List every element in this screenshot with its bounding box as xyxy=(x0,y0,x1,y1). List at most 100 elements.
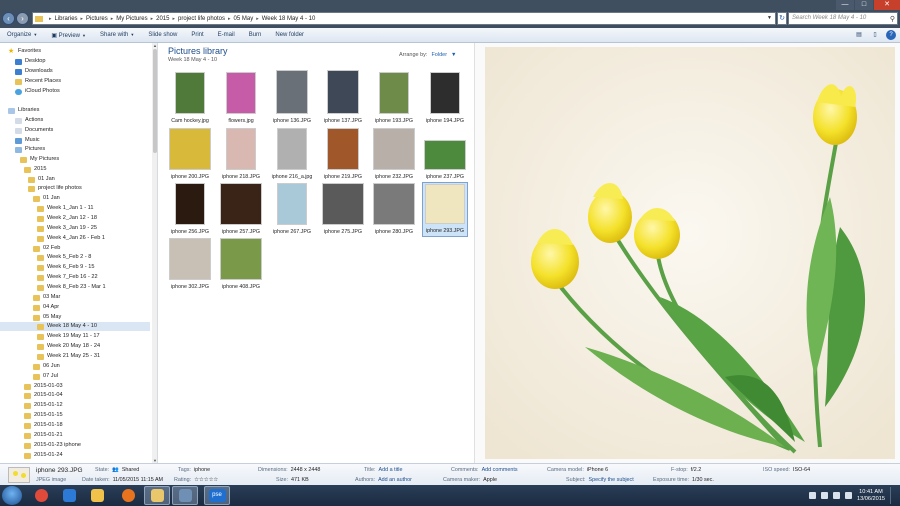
nav-2015-01-24[interactable]: 2015-01-24 xyxy=(24,451,63,460)
file-thumbnail[interactable]: iphone 216_a.jpg xyxy=(269,127,315,182)
clock[interactable]: 10:41 AM 13/06/2015 xyxy=(857,489,885,503)
slide-show-button[interactable]: Slide show xyxy=(141,32,184,38)
nav-downloads[interactable]: Downloads xyxy=(15,67,53,76)
scroll-up-icon[interactable]: ▲ xyxy=(152,43,157,48)
nav-desktop[interactable]: Desktop xyxy=(15,57,46,66)
taskbar-internet-explorer-button[interactable] xyxy=(56,486,82,505)
file-thumbnail[interactable]: iphone 256.JPG xyxy=(167,182,213,237)
nav-my-pictures[interactable]: My Pictures xyxy=(20,155,59,164)
file-thumbnail[interactable]: iphone 275.JPG xyxy=(320,182,366,237)
nav-07-jul[interactable]: 07 Jul xyxy=(33,372,58,381)
file-thumbnail[interactable]: iphone 193.JPG xyxy=(371,71,417,126)
tray-icon[interactable] xyxy=(809,492,816,499)
file-thumbnail[interactable]: iphone 219.JPG xyxy=(320,127,366,182)
details-camera-maker[interactable]: Camera maker: Apple xyxy=(443,477,497,483)
maximize-button[interactable]: □ xyxy=(855,0,873,10)
help-icon[interactable]: ? xyxy=(886,30,896,40)
breadcrumb-week-18[interactable]: Week 18 May 4 - 10 xyxy=(262,16,316,22)
file-thumbnail[interactable]: flowers.jpg xyxy=(218,71,264,126)
nav-week-3[interactable]: Week 3_Jan 19 - 25 xyxy=(37,224,97,233)
nav-week-21[interactable]: Week 21 May 25 - 31 xyxy=(37,352,100,361)
file-thumbnail[interactable]: iphone 302.JPG xyxy=(167,237,213,292)
file-thumbnail[interactable]: iphone 136.JPG xyxy=(269,70,315,126)
file-thumbnail[interactable]: iphone 280.JPG xyxy=(371,182,417,237)
nav-week-8[interactable]: Week 8_Feb 23 - Mar 1 xyxy=(37,283,106,292)
nav-week-6[interactable]: Week 6_Feb 9 - 15 xyxy=(37,263,94,272)
nav-actions[interactable]: Actions xyxy=(15,116,43,125)
file-thumbnail[interactable]: iphone 194.JPG xyxy=(422,71,468,126)
chevron-down-icon[interactable]: ▼ xyxy=(767,15,772,21)
new-folder-button[interactable]: New folder xyxy=(268,32,311,38)
details-authors[interactable]: Authors: Add an author xyxy=(355,477,412,483)
network-icon[interactable] xyxy=(833,492,840,499)
file-thumbnail[interactable]: Cam hockey.jpg xyxy=(167,71,213,126)
file-thumbnail[interactable]: iphone 257.JPG xyxy=(218,182,264,237)
details-tags[interactable]: Tags: iphone xyxy=(178,467,210,473)
file-thumbnail[interactable]: iphone 408.JPG xyxy=(218,237,264,292)
taskbar-file-explorer-button[interactable] xyxy=(144,486,170,505)
share-with-button[interactable]: Share with ▼ xyxy=(93,32,141,38)
view-options-icon[interactable]: ▤ xyxy=(854,30,864,40)
nav-2015-01-18[interactable]: 2015-01-18 xyxy=(24,421,63,430)
flag-icon[interactable] xyxy=(821,492,828,499)
nav-libraries[interactable]: Libraries xyxy=(8,106,39,115)
nav-04-apr[interactable]: 04 Apr xyxy=(33,303,59,312)
arrange-by-dropdown[interactable]: Folder xyxy=(431,52,447,58)
nav-week-2[interactable]: Week 2_Jan 12 - 18 xyxy=(37,214,97,223)
refresh-button[interactable]: ↻ xyxy=(777,12,787,25)
nav-recent-places[interactable]: Recent Places xyxy=(15,77,61,86)
nav-02-feb[interactable]: 02 Feb xyxy=(33,244,60,253)
nav-2015-01-23-iphone[interactable]: 2015-01-23 iphone xyxy=(24,441,81,450)
nav-week-5[interactable]: Week 5_Feb 2 - 8 xyxy=(37,253,91,262)
nav-plp-01-jan[interactable]: 01 Jan xyxy=(33,194,60,203)
nav-icloud-photos[interactable]: iCloud Photos xyxy=(15,87,60,96)
back-button[interactable]: ‹ xyxy=(2,12,15,25)
details-title[interactable]: Title: Add a title xyxy=(364,467,402,473)
nav-week-7[interactable]: Week 7_Feb 16 - 22 xyxy=(37,273,98,282)
nav-favorites[interactable]: ★ Favorites xyxy=(8,47,41,56)
details-subject[interactable]: Subject: Specify the subject xyxy=(566,477,634,483)
nav-2015-01-03[interactable]: 2015-01-03 xyxy=(24,382,63,391)
nav-2015[interactable]: 2015 xyxy=(24,165,46,174)
nav-documents[interactable]: Documents xyxy=(15,126,53,135)
address-bar[interactable]: ▸ Libraries ▸ Pictures ▸ My Pictures ▸ 2… xyxy=(32,12,776,25)
print-button[interactable]: Print xyxy=(184,32,210,38)
details-comments[interactable]: Comments: Add comments xyxy=(451,467,518,473)
nav-05-may[interactable]: 05 May xyxy=(33,313,61,322)
details-camera-model[interactable]: Camera model: iPhone 6 xyxy=(547,467,608,473)
forward-button[interactable]: › xyxy=(16,12,29,25)
volume-icon[interactable] xyxy=(845,492,852,499)
nav-01-jan[interactable]: 01 Jan xyxy=(28,175,55,184)
nav-week-19[interactable]: Week 19 May 11 - 17 xyxy=(37,332,100,341)
breadcrumb-pictures[interactable]: Pictures xyxy=(86,16,108,22)
nav-2015-01-12[interactable]: 2015-01-12 xyxy=(24,401,63,410)
taskbar-chrome-button[interactable] xyxy=(28,486,54,505)
organize-button[interactable]: Organize ▼ xyxy=(0,32,44,38)
taskbar-photoshop-elements-button[interactable]: pse xyxy=(204,486,230,505)
file-thumbnail[interactable]: iphone 137.JPG xyxy=(320,70,366,126)
scrollbar-thumb[interactable] xyxy=(153,49,157,153)
nav-project-life-photos[interactable]: project life photos xyxy=(28,184,82,193)
nav-week-18[interactable]: Week 18 May 4 - 10 xyxy=(37,322,97,331)
nav-week-4[interactable]: Week 4_Jan 26 - Feb 1 xyxy=(37,234,105,243)
close-button[interactable]: ✕ xyxy=(874,0,900,10)
taskbar-mail-button[interactable] xyxy=(84,486,110,505)
preview-pane-icon[interactable]: ▯ xyxy=(870,30,880,40)
nav-2015-01-04[interactable]: 2015-01-04 xyxy=(24,391,63,400)
preview-button[interactable]: ▣ Preview ▼ xyxy=(44,32,93,39)
breadcrumb-libraries[interactable]: Libraries xyxy=(55,16,78,22)
nav-week-20[interactable]: Week 20 May 18 - 24 xyxy=(37,342,100,351)
minimize-button[interactable]: — xyxy=(836,0,854,10)
breadcrumb-2015[interactable]: 2015 xyxy=(156,16,169,22)
nav-2015-01-21[interactable]: 2015-01-21 xyxy=(24,431,63,440)
file-thumbnail[interactable]: iphone 237.JPG xyxy=(422,127,468,182)
nav-03-mar[interactable]: 03 Mar xyxy=(33,293,60,302)
file-thumbnail[interactable]: iphone 218.JPG xyxy=(218,127,264,182)
nav-music[interactable]: Music xyxy=(15,136,40,145)
nav-week-1[interactable]: Week 1_Jan 1 - 11 xyxy=(37,204,93,213)
nav-pictures[interactable]: Pictures xyxy=(15,145,45,154)
taskbar-remote-desktop-button[interactable] xyxy=(172,486,198,505)
show-desktop-button[interactable] xyxy=(890,487,896,504)
file-thumbnail[interactable]: iphone 267.JPG xyxy=(269,182,315,237)
email-button[interactable]: E-mail xyxy=(211,32,242,38)
